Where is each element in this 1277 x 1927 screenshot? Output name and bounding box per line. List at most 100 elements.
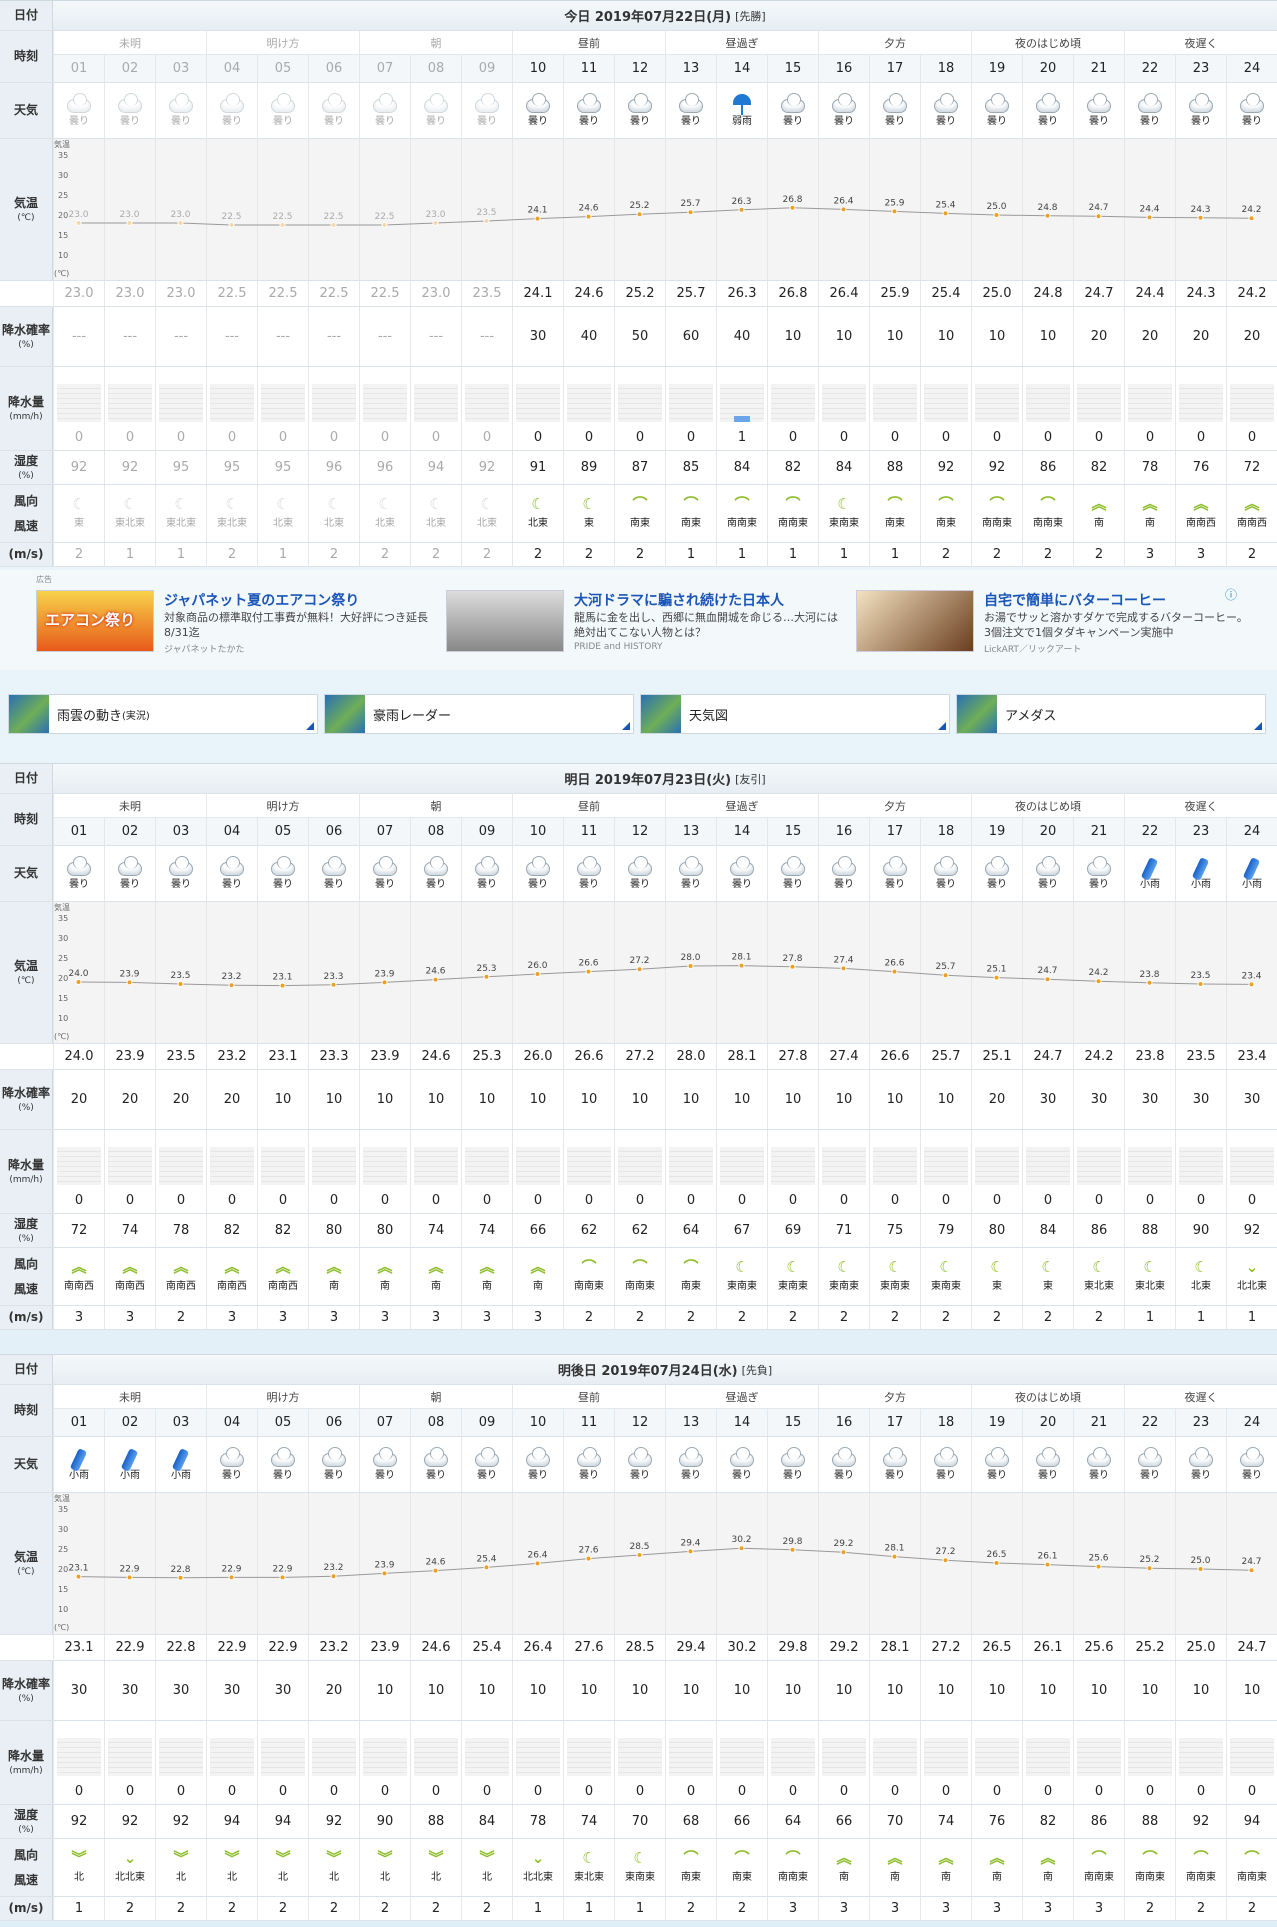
map-link[interactable]: 天気図 xyxy=(640,694,950,734)
pop-cell: 30 xyxy=(1022,1070,1073,1129)
cloud-icon xyxy=(217,93,247,116)
cloud-icon xyxy=(217,1447,247,1470)
temp-point-label: 26.3 xyxy=(731,197,751,207)
ad-item[interactable]: エアコン祭り ジャパネット夏のエアコン祭り 対象商品の標準取付工事費が無料！大好評に… xyxy=(36,590,436,660)
temp-value: 24.6 xyxy=(410,1044,461,1069)
weather-text: 曇り xyxy=(375,116,395,127)
ad-title[interactable]: 自宅で簡単にバターコーヒー xyxy=(984,590,1166,610)
humid-text: 82 xyxy=(223,1223,241,1238)
map-link[interactable]: 雨雲の動き (実況) xyxy=(8,694,318,734)
period-cell: 昼過ぎ xyxy=(665,794,818,818)
weather-text: 曇り xyxy=(477,879,497,890)
temp-point xyxy=(432,976,439,983)
ad-item[interactable]: 自宅で簡単にバターコーヒー お湯でサッと溶かすダケで完成するバターコーヒー。3個注… xyxy=(856,590,1256,660)
hour-cell: 21 xyxy=(1073,818,1124,845)
period-cell: 昼過ぎ xyxy=(665,31,818,55)
pop-row: 降水確率 (%) 30 30 30 30 30 20 10 10 10 10 10 10 10 10 10 10 1… xyxy=(0,1661,1277,1721)
rain-text: 0 xyxy=(329,430,339,445)
humid-cell: 84 xyxy=(461,1805,512,1838)
humid-cell: 75 xyxy=(869,1214,920,1247)
temp-point xyxy=(891,1553,898,1560)
temp-point-label: 22.9 xyxy=(272,1564,292,1574)
weather-row: 天気 曇り 曇り 曇り 曇り 曇り 曇り 曇り 曇り 曇り 曇り 曇り 曇り 曇り 弱雨 曇り 曇り 曇り 曇り 曇り… xyxy=(0,83,1277,139)
wind-direction-icon: ☾ xyxy=(1143,1258,1157,1276)
wind-speed-text: 2 xyxy=(482,1901,492,1916)
cloud-icon xyxy=(1135,93,1165,116)
weather-cell: 小雨 xyxy=(1226,846,1277,901)
humid-text: 92 xyxy=(172,1814,190,1829)
temp-value: 28.5 xyxy=(614,1635,665,1660)
day-title-text: 今日 2019年07月22日(月) xyxy=(564,10,732,25)
hour-cell: 01 xyxy=(53,55,104,82)
period-cell: 昼前 xyxy=(512,31,665,55)
map-link[interactable]: アメダス xyxy=(956,694,1266,734)
humid-cell: 80 xyxy=(359,1214,410,1247)
temp-point-label: 29.8 xyxy=(782,1537,802,1547)
temp-text: 23.9 xyxy=(370,1640,400,1655)
wind-dir-text: 南東 xyxy=(681,1281,701,1292)
temp-value: 26.4 xyxy=(818,281,869,306)
weather-cell: 曇り xyxy=(818,83,869,138)
hour-label: 12 xyxy=(631,1415,649,1430)
ad-info-icon[interactable]: ⓘ xyxy=(1225,586,1237,603)
ad-title[interactable]: ジャパネット夏のエアコン祭り xyxy=(164,590,359,610)
pop-text: 10 xyxy=(478,1683,496,1698)
hour-label: 14 xyxy=(733,824,751,839)
weather-text: 曇り xyxy=(324,879,344,890)
humid-cell: 86 xyxy=(1022,451,1073,484)
rain-text: 0 xyxy=(686,1193,696,1208)
temp-point xyxy=(1095,1563,1102,1570)
ad-title[interactable]: 大河ドラマに騙され続けた日本人 xyxy=(574,590,784,610)
wind-direction-icon: ☾ xyxy=(174,495,188,513)
wind-speed-text: 1 xyxy=(737,547,747,562)
wind-speed-cell: 2 xyxy=(155,1897,206,1920)
temp-value: 25.6 xyxy=(1073,1635,1124,1660)
weather-text: 曇り xyxy=(681,879,701,890)
map-link[interactable]: 豪雨レーダー xyxy=(324,694,634,734)
ad-thumbnail[interactable]: エアコン祭り xyxy=(36,590,154,652)
hour-cell: 24 xyxy=(1226,55,1277,82)
ad-item[interactable]: 大河ドラマに騙され続けた日本人 龍馬に金を出し、西郷に無血開城を命じる…大河には絶… xyxy=(446,590,846,660)
rain-cell: 0 xyxy=(1124,1721,1175,1804)
temp-value: 23.9 xyxy=(359,1044,410,1069)
weather-text: 曇り xyxy=(171,879,191,890)
rain-bar-area xyxy=(414,1738,458,1776)
period-cell: 朝 xyxy=(359,31,512,55)
rain-cell: 0 xyxy=(1175,1721,1226,1804)
rain-cell: 0 xyxy=(104,367,155,450)
humid-cell: 82 xyxy=(1073,451,1124,484)
wind-speed-cell: 2 xyxy=(257,1897,308,1920)
temp-value: 30.2 xyxy=(716,1635,767,1660)
humid-text: 88 xyxy=(427,1814,445,1829)
wind-direction-icon: ︾ xyxy=(428,1849,444,1867)
rain-cell: 0 xyxy=(155,1721,206,1804)
humid-text: 70 xyxy=(886,1814,904,1829)
cloud-icon xyxy=(778,93,808,116)
map-link-label: アメダス xyxy=(1005,708,1057,724)
wind-speed-cell: 3 xyxy=(1022,1897,1073,1920)
ad-thumbnail[interactable] xyxy=(856,590,974,652)
wind-speed-text: 1 xyxy=(1145,1310,1155,1325)
hour-label: 時刻 xyxy=(0,31,53,82)
pop-text: 20 xyxy=(1243,329,1261,344)
cloud-icon xyxy=(1186,1447,1216,1470)
weather-label: 天気 xyxy=(0,1437,53,1492)
rain-bar-area xyxy=(618,384,662,422)
wind-speed-cell: 2 xyxy=(563,1306,614,1329)
wind-dir-text: 南南西 xyxy=(64,1281,94,1292)
rain-bar-area xyxy=(363,384,407,422)
hour-cell: 11 xyxy=(563,1409,614,1436)
cloud-icon xyxy=(115,856,145,879)
rain-cell: 0 xyxy=(920,367,971,450)
temp-point-label: 26.8 xyxy=(782,195,802,205)
ad-thumbnail[interactable] xyxy=(446,590,564,652)
wind-direction-icon: ⌒ xyxy=(1193,1849,1209,1867)
hour-label: 13 xyxy=(682,824,700,839)
temp-text: 24.6 xyxy=(574,286,604,301)
pop-cell: --- xyxy=(257,307,308,366)
hour-label: 01 xyxy=(70,1415,88,1430)
period-cell: 昼前 xyxy=(512,1385,665,1409)
temp-point-label: 25.4 xyxy=(476,1554,496,1564)
humid-cell: 67 xyxy=(716,1214,767,1247)
wind-dir-text: 南 xyxy=(992,1872,1002,1883)
